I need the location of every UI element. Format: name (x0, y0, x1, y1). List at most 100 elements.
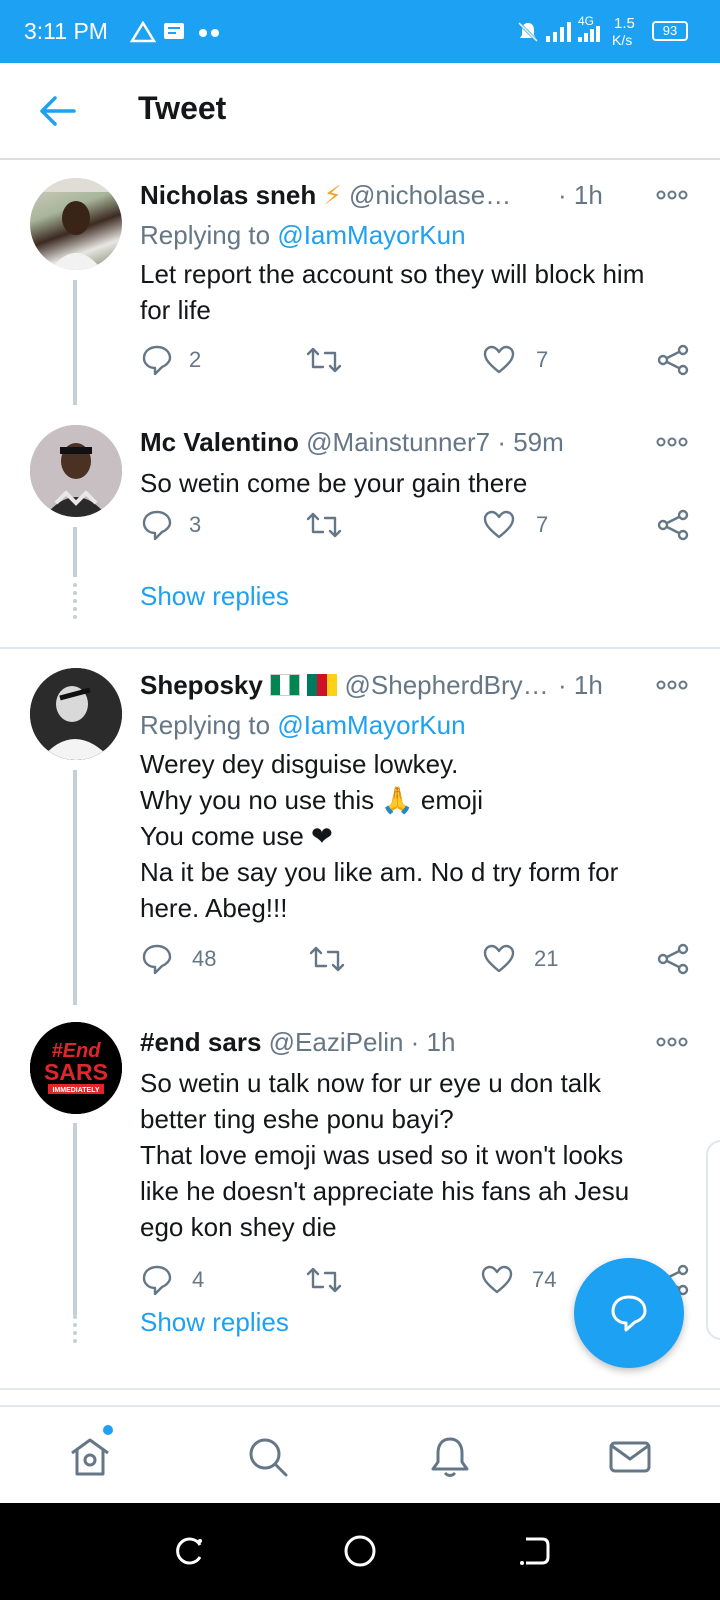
new-content-dot (103, 1425, 113, 1435)
reply-button[interactable] (140, 343, 174, 379)
system-navigation-bar (0, 1503, 720, 1600)
reply-button[interactable] (140, 942, 174, 978)
author-name[interactable]: Nicholas sneh (140, 180, 316, 210)
share-button[interactable] (656, 942, 690, 978)
retweet-icon (309, 946, 345, 972)
avatar[interactable] (30, 668, 122, 760)
share-button[interactable] (656, 343, 690, 379)
cameroon-flag-icon (307, 674, 338, 696)
tweet-line: So wetin come be your gain there (140, 468, 528, 498)
like-count: 7 (536, 347, 549, 372)
tweet-header: Sheposky @ShepherdBry… (140, 670, 549, 701)
notifications-icon[interactable] (428, 1435, 472, 1479)
tweet-item[interactable]: Mc Valentino @Mainstunner7 · 59m So weti… (0, 405, 720, 645)
tweet-line: like he doesn't appreciate his fans ah J… (140, 1176, 630, 1206)
compose-reply-icon (611, 1295, 647, 1332)
more-notifications-icon (199, 29, 219, 37)
like-button[interactable] (482, 343, 516, 379)
reply-button[interactable] (140, 508, 174, 544)
author-name[interactable]: Sheposky (140, 670, 263, 700)
tweet-line: for life (140, 295, 211, 325)
author-handle[interactable]: @nicholase… (349, 180, 511, 210)
arrow-left-icon[interactable] (38, 93, 78, 129)
more-dots-icon[interactable] (656, 1037, 688, 1047)
network-speed-unit: K/s (612, 32, 633, 48)
like-button[interactable] (482, 942, 516, 978)
show-replies-link[interactable]: Show replies (140, 1307, 289, 1338)
replying-to: Replying to @IamMayorKun (140, 710, 466, 741)
tweet-header: Mc Valentino @Mainstunner7 · 59m (140, 427, 564, 458)
reply-count: 2 (189, 347, 202, 372)
replying-label: Replying to (140, 220, 271, 250)
avatar[interactable] (30, 425, 122, 517)
tweet-actions: 3 7 (0, 508, 720, 548)
author-handle[interactable]: @EaziPelin (269, 1027, 404, 1057)
tweet-line: better ting eshe ponu bayi? (140, 1104, 454, 1134)
tweet-text: So wetin u talk now for ur eye u don tal… (140, 1065, 700, 1245)
home-icon[interactable] (68, 1435, 112, 1479)
avatar-text-immediately: IMMEDIATELY (52, 1087, 99, 1094)
tweet-item[interactable]: Nicholas sneh ⚡ @nicholase… · 1h Replyin… (0, 160, 720, 405)
avatar[interactable]: #End SARS IMMEDIATELY (30, 1022, 122, 1114)
warning-icon (130, 21, 156, 43)
tweet-time: · 1h (410, 1027, 456, 1057)
tweet-actions: 48 21 (0, 942, 720, 982)
messages-icon[interactable] (608, 1435, 652, 1479)
more-dots-icon[interactable] (656, 190, 688, 200)
tweet-line: Werey dey disguise lowkey. (140, 749, 459, 779)
battery-indicator: 93 (652, 21, 688, 41)
recent-apps-icon[interactable] (170, 1533, 206, 1569)
tweet-line: ego kon shey die (140, 1212, 337, 1242)
author-name[interactable]: Mc Valentino (140, 427, 299, 457)
share-icon (657, 509, 689, 541)
retweet-button[interactable] (305, 343, 343, 379)
heart-icon (481, 1265, 513, 1294)
thread-dots (73, 583, 77, 619)
search-icon[interactable] (246, 1435, 290, 1479)
more-dots-icon[interactable] (656, 680, 688, 690)
tweet-line: You come use ❤ (140, 821, 333, 851)
reply-button[interactable] (140, 1263, 174, 1299)
tweet-item[interactable]: Sheposky @ShepherdBry… · 1h Replying to … (0, 650, 720, 1005)
tweet-time: · 59m (497, 427, 564, 457)
author-handle[interactable]: @ShepherdBry… (345, 670, 549, 700)
tweet-time: · 1h (558, 670, 603, 700)
lightning-badge: ⚡ (323, 180, 342, 210)
replying-mention[interactable]: @IamMayorKun (277, 220, 465, 250)
compose-reply-button[interactable] (574, 1258, 684, 1368)
retweet-icon (306, 347, 342, 373)
tweet-header: #end sars @EaziPelin · 1h (140, 1027, 455, 1058)
avatar-text-sars: SARS (44, 1059, 108, 1085)
retweet-button[interactable] (308, 942, 346, 978)
tweet-line: Na it be say you like am. No d try form … (140, 857, 619, 887)
replying-mention[interactable]: @IamMayorKun (277, 710, 465, 740)
like-button[interactable] (482, 508, 516, 544)
show-replies-link[interactable]: Show replies (140, 581, 289, 612)
reply-count: 48 (192, 946, 217, 971)
reply-count: 4 (192, 1267, 205, 1292)
retweet-button[interactable] (305, 1263, 343, 1299)
home-button-icon[interactable] (342, 1533, 378, 1569)
status-time: 3:11 PM (24, 18, 108, 44)
tweet-line: Let report the account so they will bloc… (140, 259, 645, 289)
thread-divider (0, 647, 720, 649)
tweet-actions: 2 7 (0, 343, 720, 383)
like-count: 21 (534, 946, 559, 971)
back-button-icon[interactable] (516, 1533, 552, 1569)
reply-bubble-icon (142, 345, 172, 376)
heart-icon (483, 944, 515, 973)
author-handle[interactable]: @Mainstunner7 (306, 427, 490, 457)
page-title: Tweet (138, 90, 227, 126)
avatar[interactable] (30, 178, 122, 270)
share-icon (657, 943, 689, 975)
heart-icon (483, 510, 515, 539)
signal-icon-2 (578, 26, 600, 42)
retweet-button[interactable] (305, 508, 343, 544)
more-dots-icon[interactable] (656, 437, 688, 447)
like-count: 74 (532, 1267, 557, 1292)
share-button[interactable] (656, 508, 690, 544)
mute-icon (517, 21, 539, 43)
side-panel-edge (706, 1140, 720, 1340)
author-name[interactable]: #end sars (140, 1027, 261, 1057)
like-button[interactable] (480, 1263, 514, 1299)
